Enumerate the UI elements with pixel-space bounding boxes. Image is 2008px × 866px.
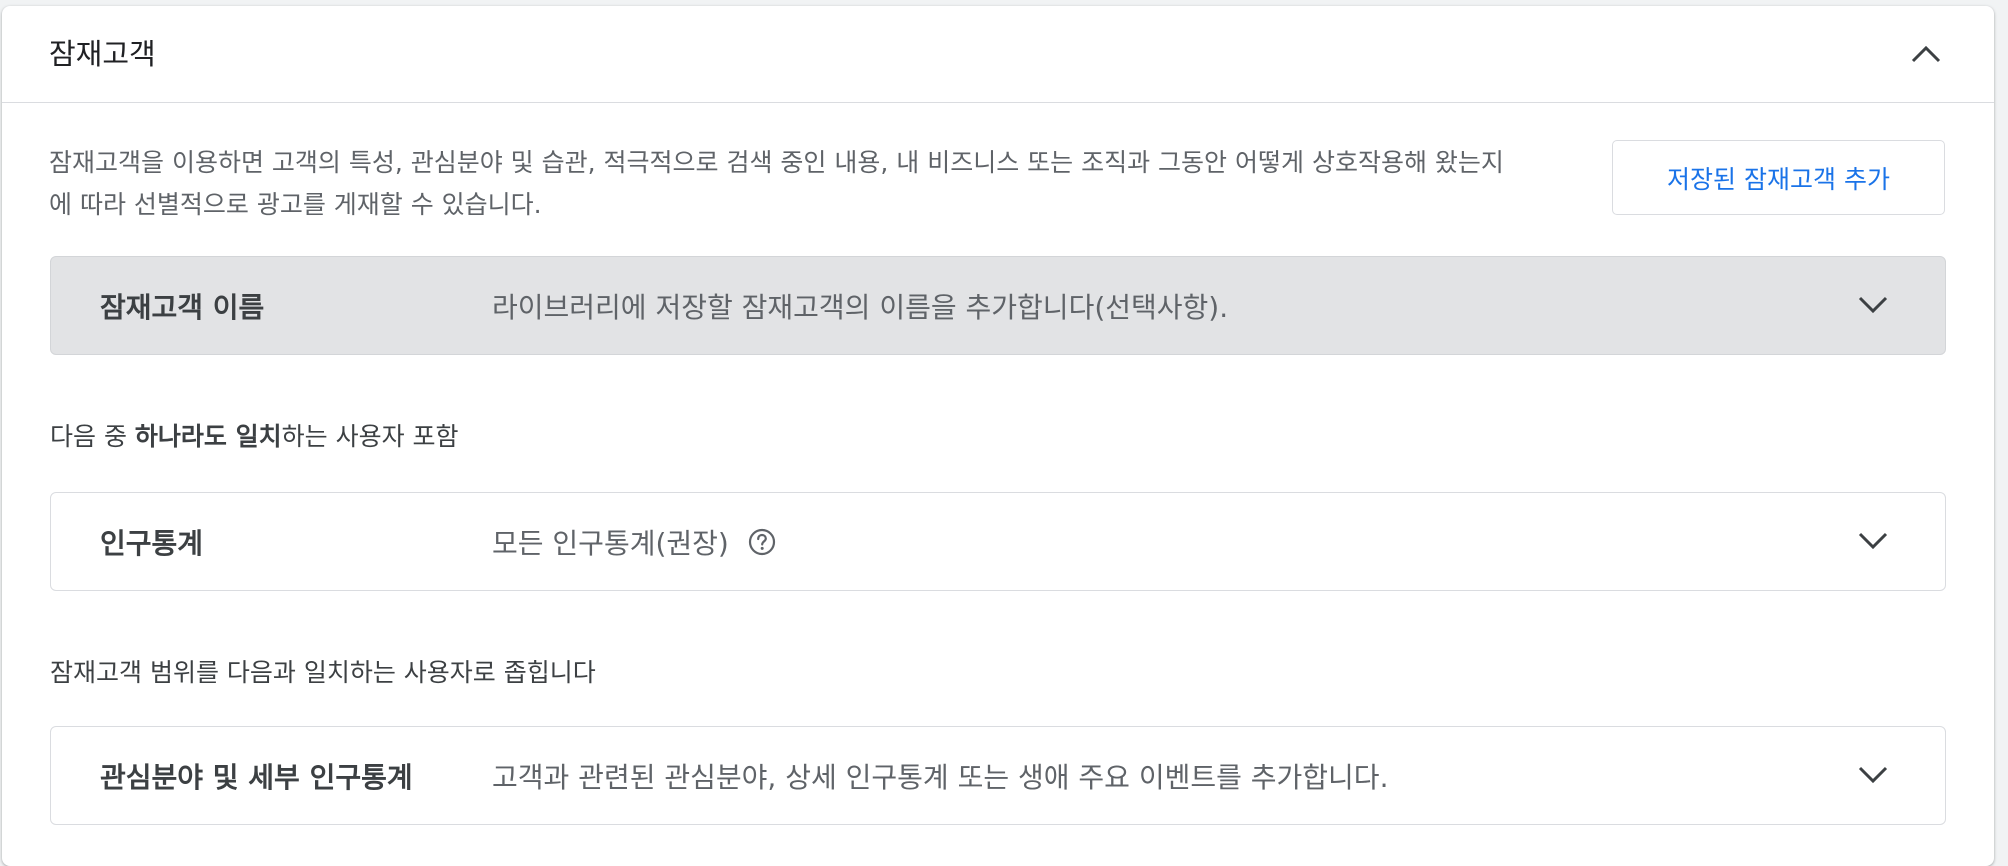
audience-name-row[interactable]: 잠재고객 이름 라이브러리에 저장할 잠재고객의 이름을 추가합니다(선택사항)…: [50, 256, 1946, 355]
audience-description: 잠재고객을 이용하면 고객의 특성, 관심분야 및 습관, 적극적으로 검색 중…: [49, 142, 1589, 226]
card-title: 잠재고객: [49, 37, 156, 71]
audience-card: 잠재고객 잠재고객을 이용하면 고객의 특성, 관심분야 및 습관, 적극적으로…: [2, 6, 1994, 866]
chevron-down-icon[interactable]: [1853, 755, 1893, 795]
chevron-down-icon[interactable]: [1853, 285, 1893, 325]
include-suffix: 하는 사용자 포함: [281, 422, 459, 451]
collapse-button[interactable]: [1902, 30, 1950, 78]
demographics-value-wrap: 모든 인구통계(권장): [492, 493, 777, 590]
interests-label: 관심분야 및 세부 인구통계: [100, 760, 413, 794]
add-saved-audience-button[interactable]: 저장된 잠재고객 추가: [1612, 140, 1945, 215]
description-line-1: 잠재고객을 이용하면 고객의 특성, 관심분야 및 습관, 적극적으로 검색 중…: [49, 148, 1504, 177]
include-section-label: 다음 중 하나라도 일치하는 사용자 포함: [50, 421, 459, 453]
help-circle-icon[interactable]: [747, 527, 777, 557]
description-line-2: 에 따라 선별적으로 광고를 게재할 수 있습니다.: [49, 190, 542, 219]
demographics-label: 인구통계: [100, 526, 204, 560]
chevron-up-icon: [1911, 45, 1941, 63]
include-prefix: 다음 중: [50, 422, 135, 451]
audience-name-label: 잠재고객 이름: [100, 290, 265, 324]
interests-row[interactable]: 관심분야 및 세부 인구통계 고객과 관련된 관심분야, 상세 인구통계 또는 …: [50, 726, 1946, 825]
interests-value: 고객과 관련된 관심분야, 상세 인구통계 또는 생애 주요 이벤트를 추가합니…: [492, 760, 1389, 794]
demographics-value: 모든 인구통계(권장): [492, 526, 729, 560]
chevron-down-icon[interactable]: [1853, 521, 1893, 561]
demographics-row[interactable]: 인구통계 모든 인구통계(권장): [50, 492, 1946, 591]
card-header: 잠재고객: [2, 6, 1994, 103]
audience-name-value: 라이브러리에 저장할 잠재고객의 이름을 추가합니다(선택사항).: [492, 290, 1229, 324]
include-bold: 하나라도 일치: [134, 422, 282, 451]
narrow-section-label: 잠재고객 범위를 다음과 일치하는 사용자로 좁힙니다: [50, 658, 596, 687]
